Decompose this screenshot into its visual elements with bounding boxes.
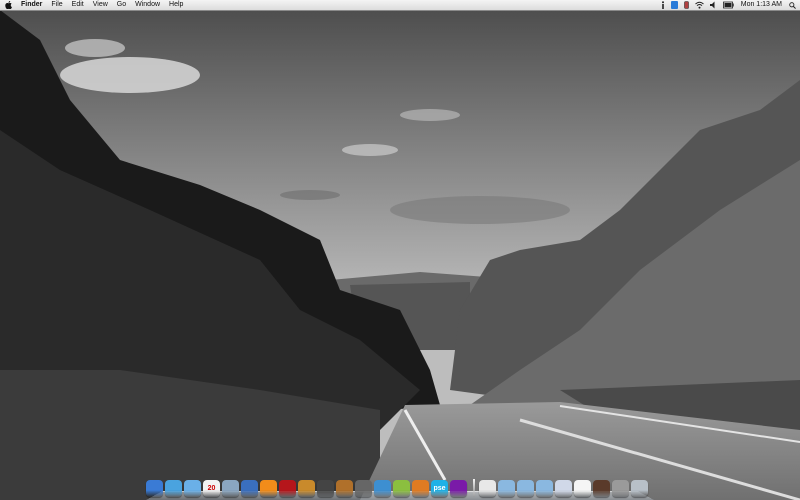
network-icon[interactable] <box>374 480 391 497</box>
instruments-icon[interactable] <box>317 480 334 497</box>
dropbox-icon[interactable] <box>670 1 678 9</box>
menu-bar: Finder File Edit View Go Window Help Mon… <box>0 0 800 11</box>
rss-icon[interactable] <box>412 480 429 497</box>
photoshop-elements-icon[interactable]: pse <box>431 480 448 497</box>
ichat-icon[interactable] <box>184 480 201 497</box>
safari-icon[interactable] <box>165 480 182 497</box>
finder-icon[interactable] <box>146 480 163 497</box>
menu-view[interactable]: View <box>93 0 108 10</box>
menu-edit[interactable]: Edit <box>72 0 84 10</box>
menu-file[interactable]: File <box>51 0 62 10</box>
menu-finder[interactable]: Finder <box>21 0 42 10</box>
dock-separator <box>473 479 475 497</box>
info-icon[interactable] <box>661 1 665 9</box>
scanner-icon[interactable] <box>355 480 372 497</box>
desktop-wallpaper <box>0 10 800 500</box>
documents-folder-icon[interactable] <box>517 480 534 497</box>
menu-help[interactable]: Help <box>169 0 183 10</box>
trash-icon[interactable] <box>631 480 648 497</box>
wifi-icon[interactable] <box>694 1 704 9</box>
vlc-icon[interactable] <box>260 480 277 497</box>
home-folder-icon[interactable] <box>479 480 496 497</box>
menu-go[interactable]: Go <box>117 0 126 10</box>
textedit-icon[interactable] <box>574 480 591 497</box>
ical-label: 20 <box>207 485 216 492</box>
frontrow-icon[interactable] <box>450 480 467 497</box>
menu-window[interactable]: Window <box>135 0 160 10</box>
apple-icon[interactable] <box>5 1 12 9</box>
photobooth-icon[interactable] <box>279 480 296 497</box>
photoshop-elements-label: pse <box>433 485 446 492</box>
itunes-icon[interactable] <box>241 480 258 497</box>
photo-stack-icon[interactable] <box>593 480 610 497</box>
volume-icon[interactable] <box>709 1 717 9</box>
spotlight-icon[interactable] <box>789 1 796 9</box>
menu-clock[interactable]: Mon 1:13 AM <box>741 0 782 10</box>
mail-icon[interactable] <box>555 480 572 497</box>
downloads-folder-icon[interactable] <box>536 480 553 497</box>
desktop[interactable]: Finder File Edit View Go Window Help Mon… <box>0 0 800 500</box>
dock: 20 pse <box>146 473 654 500</box>
garageband-icon[interactable] <box>336 480 353 497</box>
preview-icon[interactable] <box>222 480 239 497</box>
applications-folder-icon[interactable] <box>498 480 515 497</box>
battery-icon[interactable] <box>722 1 734 9</box>
iphoto-icon[interactable] <box>298 480 315 497</box>
dock-icon-row: 20 pse <box>146 473 650 497</box>
printer-icon[interactable] <box>612 480 629 497</box>
ical-icon[interactable]: 20 <box>203 480 220 497</box>
battery-monitor-icon[interactable] <box>683 1 689 9</box>
pinwheel-icon[interactable] <box>393 480 410 497</box>
